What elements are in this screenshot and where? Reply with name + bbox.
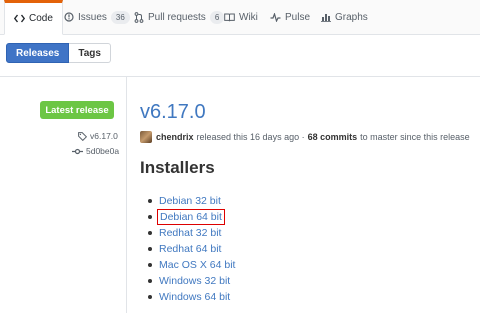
released-text: released this 16 days ago · [196,132,305,142]
installer-item[interactable]: Mac OS X 64 bit [148,257,235,273]
repo-nav-tabs: Code Issues 36 Pull requests 6 Wiki Puls… [0,0,480,35]
tab-pulse-label: Pulse [285,11,311,23]
tab-pulse[interactable]: Pulse [270,0,310,34]
installer-item[interactable]: Windows 32 bit [148,273,235,289]
since-text: to master since this release [360,132,470,142]
tab-pull-requests[interactable]: Pull requests 6 [134,0,225,34]
pulse-icon [270,12,281,22]
release-commit-label: 5d0be0a [86,146,120,156]
installer-link[interactable]: Redhat 32 bit [159,227,221,239]
installer-link[interactable]: Debian 32 bit [159,195,221,207]
commit-icon [72,148,83,154]
tab-graphs[interactable]: Graphs [321,0,368,34]
latest-release-badge: Latest release [40,101,114,119]
installer-item[interactable]: Debian 32 bit [148,193,235,209]
tab-wiki[interactable]: Wiki [224,0,258,34]
release-timeline [126,76,127,313]
installers-list: Debian 32 bit Debian 64 bit Redhat 32 bi… [148,193,235,305]
installer-item[interactable]: Redhat 64 bit [148,241,235,257]
tab-wiki-label: Wiki [239,11,258,23]
graph-icon [321,14,331,22]
release-tag-label: v6.17.0 [90,131,118,141]
author-avatar[interactable] [140,131,152,143]
installer-link-highlighted[interactable]: Debian 64 bit [157,209,225,225]
releases-button[interactable]: Releases [6,43,70,63]
tab-issues[interactable]: Issues 36 [64,0,130,34]
section-divider [0,76,480,77]
installer-item[interactable]: Windows 64 bit [148,289,235,305]
release-commit-link[interactable]: 5d0be0a [72,146,119,156]
tab-issues-label: Issues [78,11,107,23]
release-title[interactable]: v6.17.0 [140,101,206,124]
book-icon [224,13,235,21]
release-subnav: Releases Tags [6,43,111,63]
installer-item[interactable]: Redhat 32 bit [148,225,235,241]
tag-icon [78,131,87,141]
release-byline: chendrix released this 16 days ago · 68 … [140,131,470,143]
issues-count: 36 [110,10,130,24]
installer-link[interactable]: Redhat 64 bit [159,243,221,255]
tab-code-label: Code [29,13,53,24]
tab-code[interactable]: Code [4,0,63,35]
commits-link[interactable]: 68 commits [308,132,358,142]
installer-item[interactable]: Debian 64 bit [148,209,235,225]
tab-graphs-label: Graphs [335,11,368,23]
issue-icon [64,12,74,22]
installer-link[interactable]: Windows 64 bit [159,291,230,303]
installers-heading: Installers [140,158,215,177]
tab-pull-requests-label: Pull requests [148,11,206,23]
installer-link[interactable]: Windows 32 bit [159,275,230,287]
code-icon [14,14,25,23]
release-tag-link[interactable]: v6.17.0 [78,131,118,141]
tags-button[interactable]: Tags [69,43,111,63]
author-link[interactable]: chendrix [156,132,194,142]
pull-request-icon [134,11,144,23]
installer-link[interactable]: Mac OS X 64 bit [159,259,235,271]
pull-requests-count: 6 [209,10,225,24]
